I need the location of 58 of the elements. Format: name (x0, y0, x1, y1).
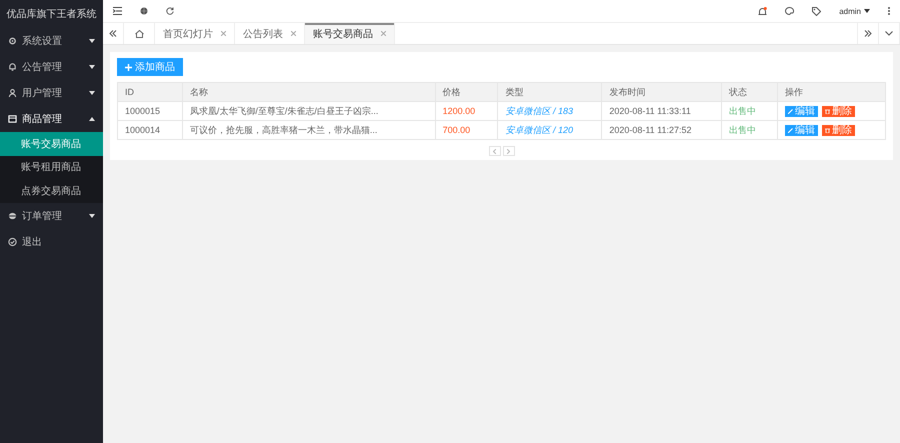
refresh-icon[interactable] (166, 7, 174, 15)
globe-icon[interactable] (140, 7, 148, 15)
menu-item[interactable]: 退出 (0, 228, 103, 254)
chevron-down-icon[interactable] (885, 31, 893, 36)
date-cell: 2020-08-11 11:33:11 (602, 102, 722, 120)
caret-up-icon (89, 117, 95, 121)
column-header: 状态 (722, 82, 778, 102)
menu-item[interactable]: 订单管理 (0, 202, 103, 228)
user-menu[interactable]: admin (839, 6, 870, 16)
home-icon[interactable] (134, 30, 144, 38)
check-circle-icon (8, 236, 17, 246)
id-cell: 1000015 (118, 102, 182, 120)
menu-item[interactable]: 用户管理 (0, 80, 103, 106)
menu-item[interactable]: 商品管理 (0, 106, 103, 132)
coin-icon (8, 210, 17, 220)
id-cell: 1000014 (118, 120, 182, 140)
plus-icon (125, 64, 132, 70)
menu-item[interactable]: 系统设置 (0, 28, 103, 54)
tag-icon[interactable] (812, 6, 822, 16)
menu-item[interactable]: 公告管理 (0, 54, 103, 80)
caret-down-icon (89, 39, 95, 43)
status-cell: 出售中 (722, 102, 778, 120)
pencil-icon (788, 108, 794, 114)
column-header: 类型 (498, 82, 602, 102)
bell-icon (8, 62, 17, 72)
name-cell: 凤求凰/太华飞御/至尊宝/朱雀志/白昼王子凶宗... (182, 102, 436, 120)
caret-down-icon (864, 9, 870, 13)
column-header: 名称 (182, 82, 436, 102)
user-icon (8, 88, 17, 98)
submenu-item[interactable]: 账号交易商品 (0, 132, 103, 156)
status-cell: 出售中 (722, 120, 778, 140)
name-cell: 可议价，抢先服，高胜率猪一木兰，带水晶猫... (182, 120, 436, 140)
chevron-right-icon (507, 148, 510, 154)
column-header: 发布时间 (602, 82, 722, 102)
gear-icon (8, 36, 17, 46)
date-cell: 2020-08-11 11:27:52 (602, 120, 722, 140)
submenu-item[interactable]: 账号租用商品 (0, 156, 103, 179)
caret-down-icon (89, 91, 95, 95)
tab[interactable]: 账号交易商品 (305, 23, 395, 44)
caret-down-icon (89, 65, 95, 69)
column-header: 操作 (778, 82, 886, 102)
menu-icon[interactable] (113, 7, 122, 15)
caret-down-icon (89, 214, 95, 218)
bell-notification-icon[interactable] (758, 6, 768, 16)
tab[interactable]: 首页幻灯片 (155, 23, 235, 44)
box-icon (8, 114, 17, 124)
chevron-left-icon (493, 148, 496, 154)
pencil-icon (788, 128, 794, 133)
trash-icon (825, 128, 830, 133)
trash-icon (825, 108, 830, 114)
price-cell: 1200.00 (435, 102, 498, 120)
app-title: 优品库旗下王者系统 (6, 8, 98, 22)
submenu-item[interactable]: 点券交易商品 (0, 179, 103, 202)
double-chevron-left-icon[interactable] (109, 30, 117, 37)
price-cell: 700.00 (435, 120, 498, 140)
double-chevron-right-icon[interactable] (864, 30, 872, 37)
column-header: ID (118, 82, 182, 102)
column-header: 价格 (435, 82, 498, 102)
